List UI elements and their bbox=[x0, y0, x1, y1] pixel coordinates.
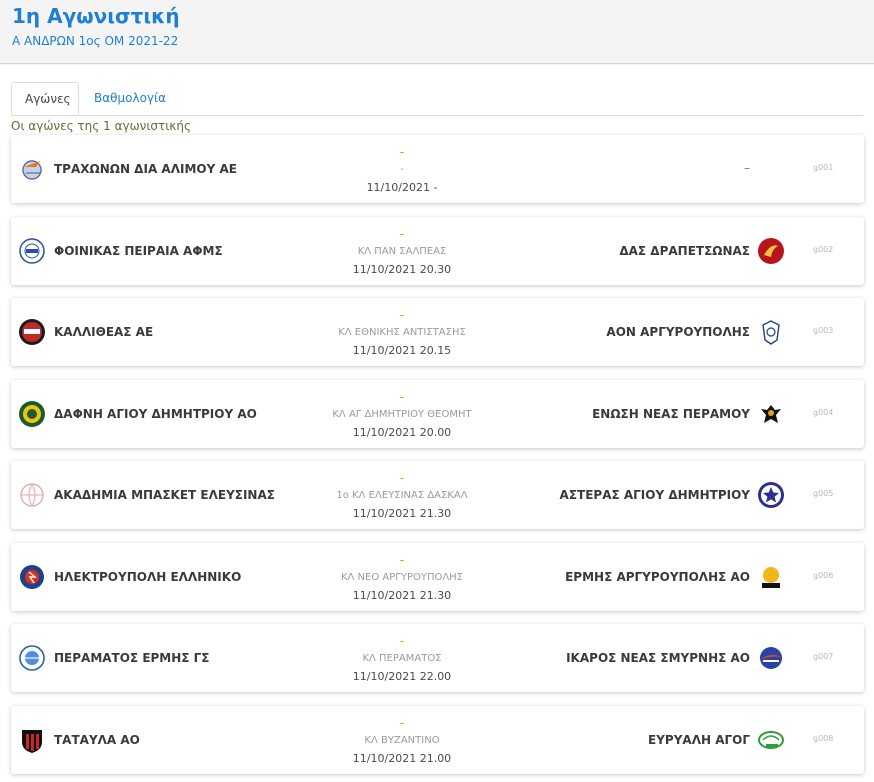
match-code: g001 bbox=[813, 163, 834, 172]
away-team-name[interactable]: ΕΡΜΗΣ ΑΡΓΥΡΟΥΠΟΛΗΣ ΑΟ bbox=[565, 570, 750, 584]
main-content: Αγώνες Βαθμολογία Οι αγώνες της 1 αγωνισ… bbox=[0, 65, 874, 782]
away-team-placeholder: – bbox=[744, 161, 750, 175]
star-logo bbox=[758, 482, 784, 508]
match-code: g002 bbox=[813, 245, 834, 254]
aon-crest-logo bbox=[762, 320, 780, 345]
match-score: - bbox=[399, 390, 405, 404]
match-score: - bbox=[399, 553, 405, 567]
page-title: 1η Αγωνιστική bbox=[12, 4, 180, 28]
match-score: - bbox=[399, 634, 405, 648]
match-code: g003 bbox=[813, 326, 834, 335]
match-datetime: 11/10/2021 20.15 bbox=[352, 344, 452, 357]
page-subtitle[interactable]: Α ΑΝΔΡΩΝ 1ος ΟΜ 2021-22 bbox=[12, 34, 178, 48]
tab-bar: Αγώνες Βαθμολογία bbox=[11, 82, 863, 116]
away-team-name[interactable]: ΑΟΝ ΑΡΓΥΡΟΥΠΟΛΗΣ bbox=[606, 325, 750, 339]
match-code: g008 bbox=[813, 734, 834, 743]
match-datetime: 11/10/2021 22.00 bbox=[352, 670, 452, 683]
match-score: - bbox=[399, 227, 405, 241]
ikaros-logo bbox=[760, 647, 782, 669]
match-card[interactable]: ΑΚΑΔΗΜΙΑ ΜΠΑΣΚΕΤ ΕΛΕΥΣΙΝΑΣ - 1ο ΚΛ ΕΛΕΥΣ… bbox=[11, 461, 864, 529]
match-code: g006 bbox=[813, 571, 834, 580]
match-datetime: 11/10/2021 - bbox=[366, 181, 438, 194]
match-card[interactable]: ΔΑΦΝΗ ΑΓΙΟΥ ΔΗΜΗΤΡΙΟΥ ΑΟ - ΚΛ ΑΓ ΔΗΜΗΤΡΙ… bbox=[11, 380, 864, 448]
match-code: g005 bbox=[813, 489, 834, 498]
page-header: 1η Αγωνιστική Α ΑΝΔΡΩΝ 1ος ΟΜ 2021-22 bbox=[0, 0, 874, 64]
round-intro-text: Οι αγώνες της 1 αγωνιστικής bbox=[11, 119, 191, 133]
match-score: - bbox=[399, 145, 405, 159]
match-card[interactable]: ΤΡΑΧΩΝΩΝ ΔΙΑ ΑΛΙΜΟΥ ΑΕ - - 11/10/2021 - … bbox=[11, 135, 864, 203]
match-venue: - bbox=[400, 164, 404, 175]
match-code: g004 bbox=[813, 408, 834, 417]
tab-standings[interactable]: Βαθμολογία bbox=[81, 82, 179, 115]
match-score: - bbox=[399, 716, 405, 730]
away-team-name[interactable]: ΕΥΡΥΑΛΗ ΑΓΟΓ bbox=[648, 733, 750, 747]
evryali-logo bbox=[758, 731, 784, 749]
red-bird-logo bbox=[758, 238, 784, 264]
away-team-name[interactable]: ΑΣΤΕΡΑΣ ΑΓΙΟΥ ΔΗΜΗΤΡΙΟΥ bbox=[560, 488, 750, 502]
match-card[interactable]: ΚΑΛΛΙΘΕΑΣ ΑΕ - ΚΛ ΕΘΝΙΚΗΣ ΑΝΤΙΣΤΑΣΗΣ 11/… bbox=[11, 298, 864, 366]
match-datetime: 11/10/2021 21.30 bbox=[352, 507, 452, 520]
match-code: g007 bbox=[813, 652, 834, 661]
match-score: - bbox=[399, 308, 405, 322]
ermis-logo bbox=[762, 567, 780, 588]
match-card[interactable]: ΠΕΡΑΜΑΤΟΣ ΕΡΜΗΣ ΓΣ - ΚΛ ΠΕΡΑΜΑΤΟΣ 11/10/… bbox=[11, 624, 864, 692]
away-team-name[interactable]: ΔΑΣ ΔΡΑΠΕΤΣΩΝΑΣ bbox=[619, 244, 750, 258]
match-score: - bbox=[399, 471, 405, 485]
match-datetime: 11/10/2021 20.30 bbox=[352, 263, 452, 276]
match-datetime: 11/10/2021 21.00 bbox=[352, 752, 452, 765]
match-datetime: 11/10/2021 21.30 bbox=[352, 589, 452, 602]
away-team-name[interactable]: ΙΚΑΡΟΣ ΝΕΑΣ ΣΜΥΡΝΗΣ ΑΟ bbox=[566, 651, 750, 665]
match-card[interactable]: ΤΑΤΑΥΛΑ ΑΟ - ΚΛ ΒΥΖΑΝΤΙΝΟ 11/10/2021 21.… bbox=[11, 706, 864, 774]
away-team-name[interactable]: ΕΝΩΣΗ ΝΕΑΣ ΠΕΡΑΜΟΥ bbox=[592, 407, 750, 421]
tab-games[interactable]: Αγώνες bbox=[11, 82, 79, 115]
eagle-logo bbox=[761, 405, 781, 423]
match-card[interactable]: ΦΟΙΝΙΚΑΣ ΠΕΙΡΑΙΑ ΑΦΜΣ - ΚΛ ΠΑΝ ΣΑΛΠΕΑΣ 1… bbox=[11, 217, 864, 285]
match-card[interactable]: ΗΛΕΚΤΡΟΥΠΟΛΗ ΕΛΛΗΝΙΚΟ - ΚΛ ΝΕΟ ΑΡΓΥΡΟΥΠΟ… bbox=[11, 543, 864, 611]
match-datetime: 11/10/2021 20.00 bbox=[352, 426, 452, 439]
